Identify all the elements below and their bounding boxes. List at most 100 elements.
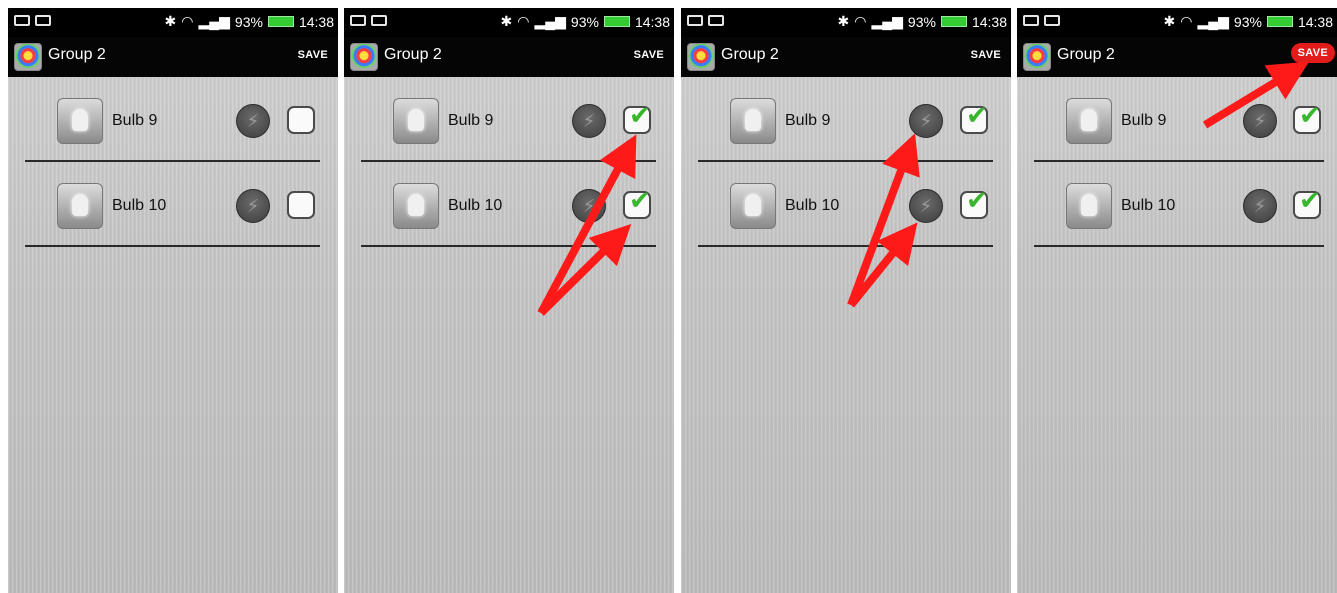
divider [698, 160, 993, 162]
battery-percent: 93% [570, 13, 599, 30]
signal-icon: ▂▄▆ [198, 13, 230, 29]
wifi-icon: ◠ [517, 13, 530, 29]
app-logo-icon[interactable] [1023, 43, 1051, 71]
page-title: Group 2 [1057, 46, 1115, 63]
save-button[interactable]: SAVE [298, 49, 328, 61]
list-item[interactable]: Bulb 9 ⚡ [344, 88, 674, 174]
list-item[interactable]: Bulb 10 ⚡ [8, 173, 338, 259]
checkbox-icon[interactable] [960, 185, 988, 219]
screenshot-panel-3: ✱ ◠ ▂▄▆ 93% 14:38 Group 2 SAVE Bulb 9 ⚡ … [681, 8, 1011, 593]
lightning-bolt-icon[interactable]: ⚡ [909, 189, 943, 223]
list-item[interactable]: Bulb 9 ⚡ [1017, 88, 1337, 174]
action-bar: Group 2 SAVE [344, 37, 674, 77]
list-item[interactable]: Bulb 10 ⚡ [344, 173, 674, 259]
battery-percent: 93% [234, 13, 263, 30]
light-bulb-icon [393, 98, 439, 144]
save-button[interactable]: SAVE [634, 49, 664, 61]
list-item[interactable]: Bulb 9 ⚡ [8, 88, 338, 174]
screenshot-icon [35, 15, 51, 26]
action-bar: Group 2 SAVE [681, 37, 1011, 77]
notification-icon [14, 15, 30, 26]
bluetooth-icon: ✱ [837, 13, 850, 29]
light-bulb-icon [1066, 183, 1112, 229]
light-bulb-icon [730, 183, 776, 229]
checkbox-icon[interactable] [960, 100, 988, 134]
divider [698, 245, 993, 247]
lightning-bolt-icon[interactable]: ⚡ [1243, 104, 1277, 138]
bulb-name: Bulb 9 [112, 112, 158, 129]
light-bulb-icon [1066, 98, 1112, 144]
notification-icon [687, 15, 703, 26]
light-bulb-icon [57, 183, 103, 229]
notification-icon [350, 15, 366, 26]
divider [25, 245, 320, 247]
divider [361, 160, 656, 162]
action-bar: Group 2 SAVE [8, 37, 338, 77]
list-item[interactable]: Bulb 10 ⚡ [681, 173, 1011, 259]
signal-icon: ▂▄▆ [871, 13, 903, 29]
screenshot-panel-4: ✱ ◠ ▂▄▆ 93% 14:38 Group 2 SAVE Bulb 9 ⚡ … [1017, 8, 1337, 593]
list-item[interactable]: Bulb 9 ⚡ [681, 88, 1011, 174]
battery-percent: 93% [907, 13, 936, 30]
bulb-name: Bulb 10 [785, 197, 840, 214]
divider [1034, 160, 1324, 162]
status-bar: ✱ ◠ ▂▄▆ 93% 14:38 [344, 8, 674, 37]
signal-icon: ▂▄▆ [1197, 13, 1229, 29]
clock: 14:38 [971, 13, 1007, 30]
checkbox-icon[interactable] [1293, 185, 1321, 219]
bulb-name: Bulb 9 [785, 112, 831, 129]
notification-icon [1023, 15, 1039, 26]
status-bar: ✱ ◠ ▂▄▆ 93% 14:38 [8, 8, 338, 37]
screenshot-panel-2: ✱ ◠ ▂▄▆ 93% 14:38 Group 2 SAVE Bulb 9 ⚡ … [344, 8, 674, 593]
page-title: Group 2 [48, 46, 106, 63]
battery-icon [940, 16, 967, 27]
battery-icon [603, 16, 630, 27]
screenshot-icon [1044, 15, 1060, 26]
screenshot-panel-1: ✱ ◠ ▂▄▆ 93% 14:38 Group 2 SAVE Bulb 9 ⚡ … [8, 8, 338, 593]
lightning-bolt-icon[interactable]: ⚡ [909, 104, 943, 138]
save-button[interactable]: SAVE [971, 49, 1001, 61]
action-bar: Group 2 SAVE [1017, 37, 1337, 77]
wifi-icon: ◠ [854, 13, 867, 29]
light-bulb-icon [57, 98, 103, 144]
screenshot-icon [708, 15, 724, 26]
light-bulb-icon [730, 98, 776, 144]
lightning-bolt-icon[interactable]: ⚡ [236, 189, 270, 223]
lightning-bolt-icon[interactable]: ⚡ [236, 104, 270, 138]
clock: 14:38 [634, 13, 670, 30]
checkbox-icon[interactable] [623, 185, 651, 219]
bluetooth-icon: ✱ [500, 13, 513, 29]
divider [361, 245, 656, 247]
bulb-name: Bulb 10 [1121, 197, 1176, 214]
bulb-name: Bulb 10 [112, 197, 167, 214]
app-logo-icon[interactable] [687, 43, 715, 71]
app-logo-icon[interactable] [350, 43, 378, 71]
battery-icon [267, 16, 294, 27]
status-bar: ✱ ◠ ▂▄▆ 93% 14:38 [1017, 8, 1337, 37]
clock: 14:38 [298, 13, 334, 30]
battery-percent: 93% [1233, 13, 1262, 30]
lightning-bolt-icon[interactable]: ⚡ [1243, 189, 1277, 223]
save-button[interactable]: SAVE [1290, 43, 1335, 63]
page-title: Group 2 [384, 46, 442, 63]
checkbox-icon[interactable] [623, 100, 651, 134]
wifi-icon: ◠ [1180, 13, 1193, 29]
divider [1034, 245, 1324, 247]
lightning-bolt-icon[interactable]: ⚡ [572, 189, 606, 223]
checkbox-icon[interactable] [287, 106, 315, 134]
light-bulb-icon [393, 183, 439, 229]
lightning-bolt-icon[interactable]: ⚡ [572, 104, 606, 138]
screenshot-icon [371, 15, 387, 26]
wifi-icon: ◠ [181, 13, 194, 29]
bulb-name: Bulb 9 [1121, 112, 1167, 129]
bluetooth-icon: ✱ [1163, 13, 1176, 29]
app-logo-icon[interactable] [14, 43, 42, 71]
signal-icon: ▂▄▆ [534, 13, 566, 29]
list-item[interactable]: Bulb 10 ⚡ [1017, 173, 1337, 259]
divider [25, 160, 320, 162]
clock: 14:38 [1297, 13, 1333, 30]
checkbox-icon[interactable] [1293, 100, 1321, 134]
bulb-name: Bulb 9 [448, 112, 494, 129]
checkbox-icon[interactable] [287, 191, 315, 219]
bulb-name: Bulb 10 [448, 197, 503, 214]
